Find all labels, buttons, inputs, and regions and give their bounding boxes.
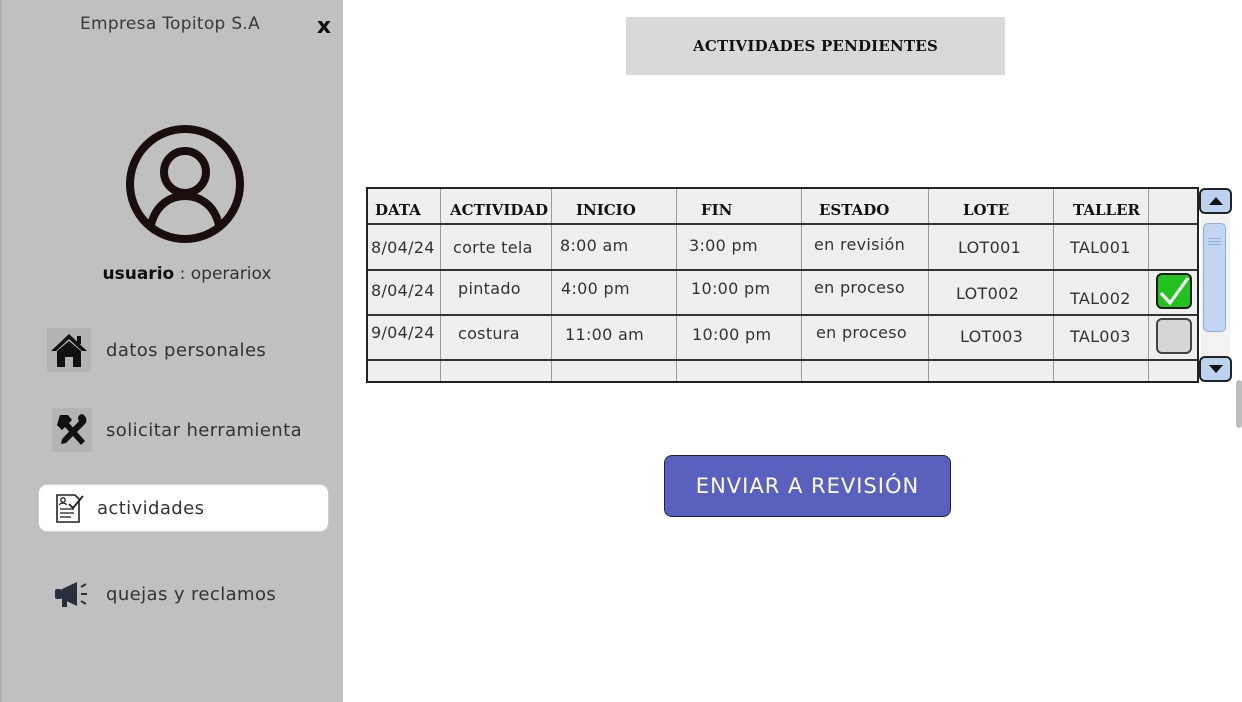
cell-taller: TAL001	[1070, 238, 1131, 257]
page-title-box: ACTIVIDADES PENDIENTES	[626, 17, 1005, 75]
megaphone-icon	[52, 574, 92, 614]
close-icon[interactable]: x	[314, 14, 334, 40]
scroll-up-button[interactable]	[1199, 188, 1232, 214]
cell-data: 9/04/24	[371, 323, 435, 342]
user-separator: :	[174, 264, 191, 284]
user-label: usuario	[102, 264, 175, 284]
user-name: operariox	[190, 264, 272, 284]
column-header-fin: FIN	[701, 201, 733, 219]
cell-lote: LOT002	[956, 284, 1020, 303]
cell-fin: 10:00 pm	[692, 325, 772, 344]
page-title: ACTIVIDADES PENDIENTES	[693, 37, 938, 55]
tools-icon	[52, 408, 92, 452]
row-divider	[368, 269, 1197, 271]
cell-inicio: 11:00 am	[565, 325, 644, 344]
column-divider	[1148, 189, 1149, 381]
sidebar-item-datos-personales[interactable]: datos personales	[47, 328, 266, 372]
sidebar-item-quejas-y-reclamos[interactable]: quejas y reclamos	[52, 574, 276, 614]
cell-taller: TAL002	[1070, 289, 1131, 308]
cell-fin: 10:00 pm	[691, 279, 771, 298]
user-avatar-icon	[126, 125, 244, 243]
cell-inicio: 8:00 am	[560, 236, 629, 255]
home-icon	[47, 328, 91, 372]
company-name: Empresa Topitop S.A	[80, 14, 261, 34]
column-divider	[928, 189, 929, 381]
activities-table: DATA ACTIVIDAD INICIO FIN ESTADO LOTE TA…	[366, 187, 1199, 383]
column-header-lote: LOTE	[963, 201, 1010, 219]
column-header-estado: ESTADO	[819, 201, 890, 219]
check-icon	[1159, 277, 1190, 305]
cell-actividad: corte tela	[453, 238, 533, 257]
row-divider	[368, 359, 1197, 361]
column-header-actividad: ACTIVIDAD	[450, 201, 549, 219]
cell-estado: en revisión	[814, 235, 906, 254]
scrollbar-thumb[interactable]	[1203, 223, 1226, 332]
checklist-document-icon	[55, 492, 85, 524]
cell-inicio: 4:00 pm	[561, 279, 630, 298]
column-divider	[551, 189, 552, 381]
arrow-down-icon	[1208, 365, 1223, 373]
scroll-down-button[interactable]	[1199, 356, 1232, 382]
row-checkbox-unchecked[interactable]	[1156, 318, 1192, 354]
cell-fin: 3:00 pm	[689, 236, 758, 255]
row-checkbox-checked[interactable]	[1156, 273, 1192, 309]
cell-estado: en proceso	[816, 323, 908, 342]
user-info: usuario : operariox	[2, 264, 372, 284]
sidebar-item-label: actividades	[97, 497, 205, 519]
cell-actividad: pintado	[458, 279, 521, 298]
page-scrollbar[interactable]	[1236, 380, 1242, 428]
arrow-up-icon	[1208, 197, 1223, 205]
column-divider	[440, 189, 441, 381]
sidebar-item-label: quejas y reclamos	[106, 583, 277, 605]
column-header-inicio: INICIO	[576, 201, 636, 219]
cell-taller: TAL003	[1070, 327, 1131, 346]
cell-estado: en proceso	[814, 278, 906, 297]
row-divider	[368, 223, 1197, 225]
sidebar-item-actividades[interactable]: actividades	[38, 484, 329, 532]
column-divider	[801, 189, 802, 381]
sidebar-item-label: datos personales	[106, 339, 267, 361]
cell-data: 8/04/24	[371, 238, 435, 257]
column-divider	[676, 189, 677, 381]
send-to-review-button[interactable]: ENVIAR A REVISIÓN	[664, 455, 951, 517]
cell-lote: LOT003	[960, 327, 1024, 346]
column-divider	[1053, 189, 1054, 381]
cell-actividad: costura	[458, 324, 520, 343]
sidebar-item-solicitar-herramienta[interactable]: solicitar herramienta	[52, 408, 302, 452]
column-header-taller: TALLER	[1073, 201, 1140, 219]
cell-data: 8/04/24	[371, 281, 435, 300]
column-header-data: DATA	[375, 201, 421, 219]
sidebar-item-label: solicitar herramienta	[106, 419, 303, 441]
cell-lote: LOT001	[958, 238, 1022, 257]
row-divider	[368, 314, 1197, 316]
sidebar: Empresa Topitop S.A x usuario : operario…	[0, 0, 343, 702]
